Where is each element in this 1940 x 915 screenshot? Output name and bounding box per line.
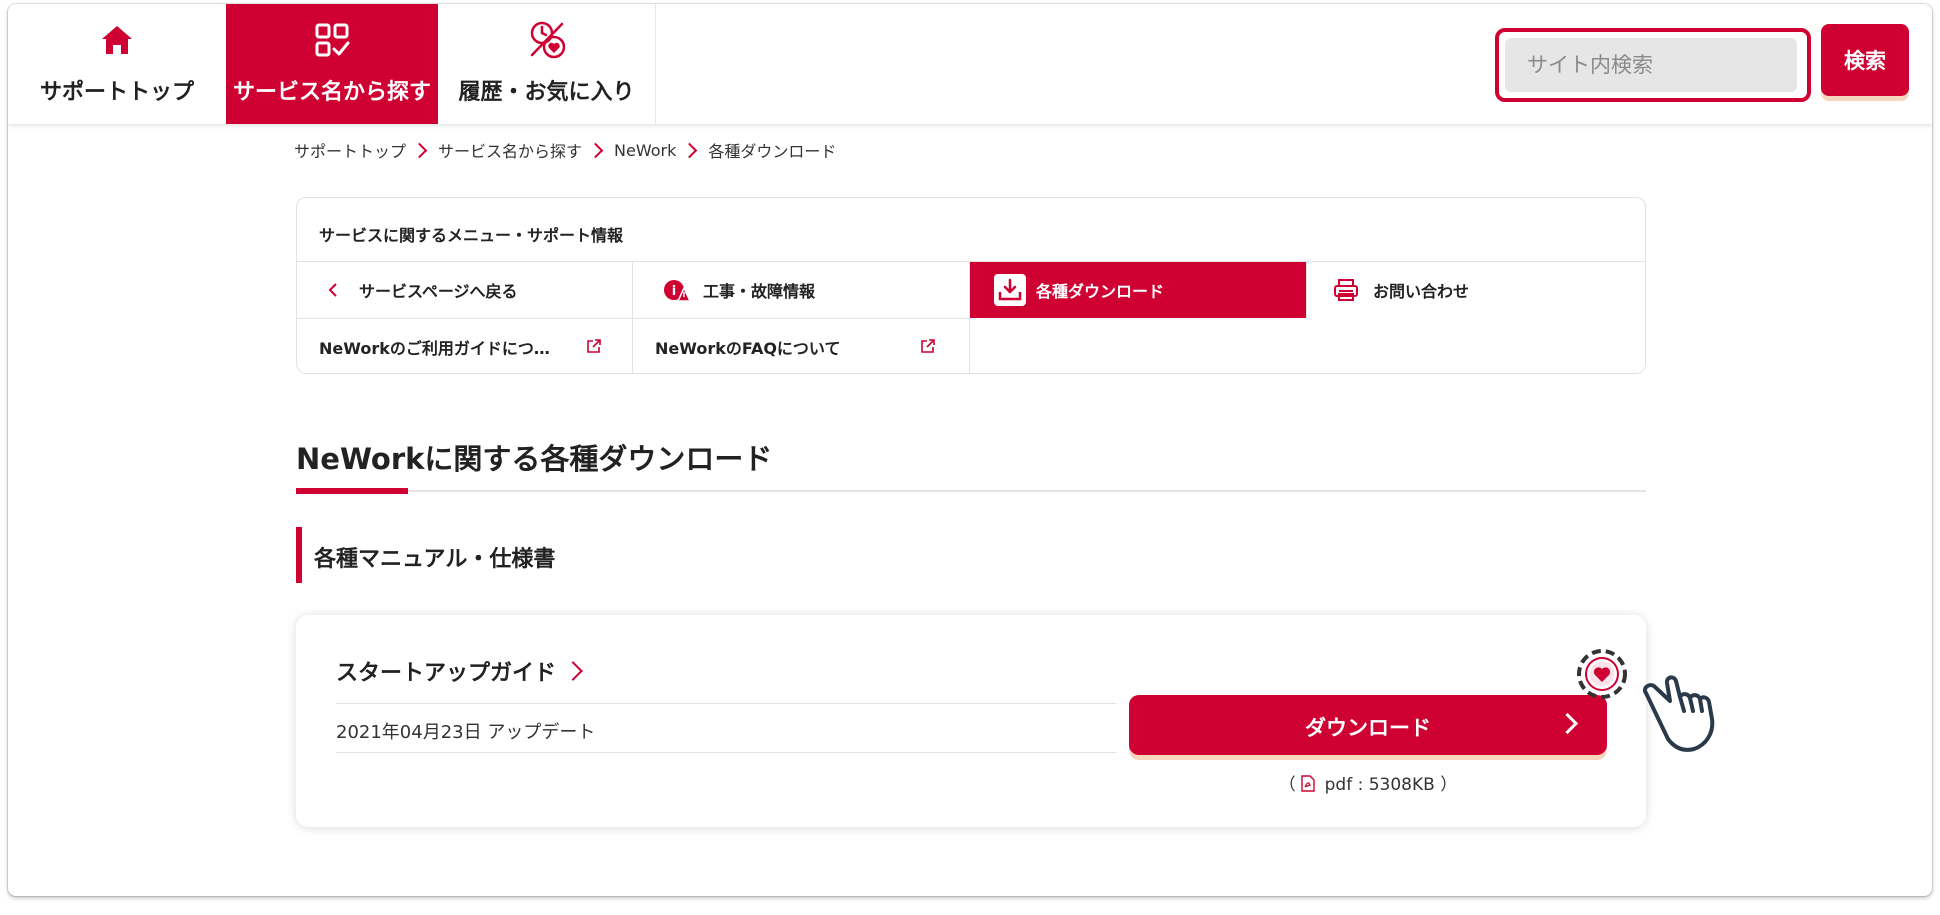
file-info: （ pdf : 5308KB ） bbox=[1129, 770, 1607, 795]
nav-support-top-label: サポートトップ bbox=[39, 80, 194, 105]
section-title: 各種マニュアル・仕様書 bbox=[314, 547, 556, 572]
history-heart-icon bbox=[530, 21, 565, 59]
page-title: NeWorkに関する各種ダウンロード bbox=[296, 442, 773, 476]
card-update-date: 2021年04月23日 アップデート bbox=[336, 722, 596, 743]
browser-frame: サポートトップ サービス名から探す 履歴・お気に入り サイト内検索 検索 サポー… bbox=[8, 4, 1932, 896]
card-title: スタートアップガイド bbox=[336, 661, 557, 686]
search-box bbox=[1495, 28, 1811, 102]
divider bbox=[336, 752, 1116, 753]
service-menu-title: サービスに関するメニュー・サポート情報 bbox=[319, 226, 624, 245]
warning-info-icon: i bbox=[664, 280, 691, 302]
external-link-icon bbox=[921, 339, 935, 353]
breadcrumb: サポートトップ サービス名から探す NeWork 各種ダウンロード bbox=[294, 138, 836, 162]
breadcrumb-support-top[interactable]: サポートトップ bbox=[294, 138, 406, 162]
divider bbox=[336, 703, 1116, 704]
menu-contact-label: お問い合わせ bbox=[1373, 282, 1470, 301]
menu-usage-guide-link[interactable]: NeWorkのご利用ガイドにつ… bbox=[297, 319, 632, 373]
title-underline bbox=[296, 490, 1646, 492]
file-info-close-paren: ） bbox=[1440, 775, 1458, 795]
breadcrumb-current: 各種ダウンロード bbox=[708, 142, 837, 161]
site-header: サポートトップ サービス名から探す 履歴・お気に入り サイト内検索 検索 bbox=[8, 4, 1932, 124]
title-underline-accent bbox=[296, 488, 408, 494]
menu-construction-failure-info[interactable]: i 工事・故障情報 bbox=[633, 262, 969, 318]
external-link-icon bbox=[587, 339, 601, 353]
breadcrumb-chevron-icon bbox=[411, 142, 428, 158]
download-button[interactable]: ダウンロード bbox=[1129, 695, 1607, 755]
breadcrumb-chevron-icon bbox=[682, 142, 698, 158]
service-menu: サービスに関するメニュー・サポート情報 サービスページへ戻る i 工事・故障情報 bbox=[296, 197, 1646, 374]
card-title-link[interactable]: スタートアップガイド bbox=[336, 655, 583, 687]
menu-contact[interactable]: お問い合わせ bbox=[1307, 262, 1645, 318]
file-info-text: pdf : 5308KB bbox=[1324, 775, 1435, 795]
menu-construction-failure-info-label: 工事・故障情報 bbox=[703, 282, 816, 301]
pointer-hand-icon bbox=[1643, 675, 1715, 752]
chevron-left-icon bbox=[328, 283, 337, 297]
chevron-right-icon bbox=[563, 661, 583, 681]
search-button[interactable]: 検索 bbox=[1821, 24, 1909, 96]
menu-downloads[interactable]: 各種ダウンロード bbox=[970, 262, 1306, 318]
breadcrumb-nework[interactable]: NeWork bbox=[614, 141, 676, 160]
printer-icon bbox=[1334, 279, 1358, 301]
section-accent-bar bbox=[296, 527, 302, 583]
site-search-input[interactable] bbox=[1505, 38, 1797, 92]
download-icon bbox=[994, 274, 1026, 306]
menu-usage-guide-label: NeWorkのご利用ガイドにつ… bbox=[319, 339, 550, 358]
menu-downloads-label: 各種ダウンロード bbox=[1036, 282, 1165, 301]
nav-support-top[interactable]: サポートトップ bbox=[8, 4, 226, 124]
svg-text:i: i bbox=[672, 284, 676, 299]
breadcrumb-chevron-icon bbox=[587, 142, 604, 158]
favorite-heart-icon[interactable] bbox=[1576, 648, 1628, 700]
download-button-label: ダウンロード bbox=[1305, 716, 1431, 740]
pdf-file-icon bbox=[1301, 775, 1315, 792]
menu-faq-link[interactable]: NeWorkのFAQについて bbox=[633, 319, 969, 373]
grid-check-icon bbox=[315, 23, 350, 57]
nav-history-favorites[interactable]: 履歴・お気に入り bbox=[438, 4, 656, 124]
nav-search-by-service-label: サービス名から探す bbox=[232, 80, 431, 105]
menu-back-to-service[interactable]: サービスページへ戻る bbox=[297, 262, 632, 318]
nav-history-favorites-label: 履歴・お気に入り bbox=[458, 80, 635, 105]
file-info-open-paren: （ bbox=[1278, 775, 1296, 795]
download-card: スタートアップガイド 2021年04月23日 アップデート ダウンロード （ p… bbox=[296, 615, 1715, 827]
home-icon bbox=[102, 26, 132, 54]
breadcrumb-search-by-service[interactable]: サービス名から探す bbox=[438, 138, 582, 162]
menu-faq-label: NeWorkのFAQについて bbox=[655, 339, 841, 358]
menu-back-to-service-label: サービスページへ戻る bbox=[359, 282, 518, 301]
nav-search-by-service[interactable]: サービス名から探す bbox=[226, 4, 438, 124]
